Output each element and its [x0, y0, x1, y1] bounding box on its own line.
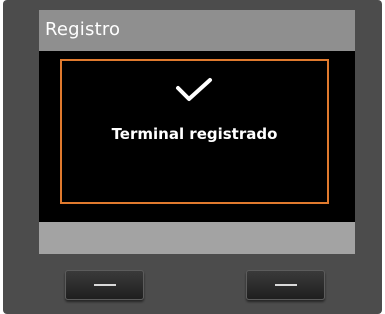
- content-area: Terminal registrado: [39, 51, 355, 222]
- dialog-message: Terminal registrado: [111, 125, 278, 143]
- right-softkey-button[interactable]: [246, 270, 325, 300]
- minus-bar-icon: [94, 284, 116, 286]
- screen-title: Registro: [45, 19, 121, 40]
- phone-handset: Registro Terminal registrado: [3, 0, 382, 314]
- display-screen: Registro Terminal registrado: [39, 10, 355, 254]
- check-icon: [176, 78, 212, 101]
- confirmation-dialog: Terminal registrado: [60, 59, 329, 204]
- title-bar: Registro: [39, 10, 355, 51]
- left-softkey-button[interactable]: [65, 270, 144, 300]
- softkey-bar: [39, 222, 355, 254]
- minus-bar-icon: [275, 284, 297, 286]
